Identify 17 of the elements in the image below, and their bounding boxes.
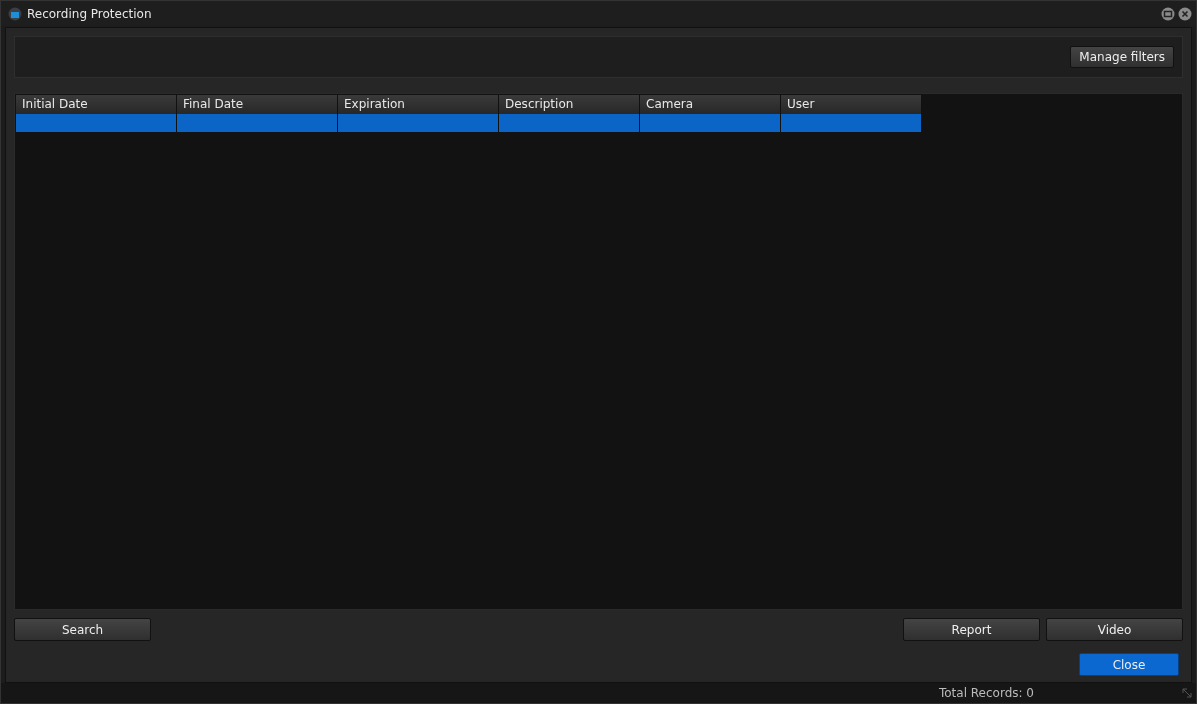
action-button[interactable]: Video xyxy=(1046,618,1183,641)
manage-filters-button[interactable]: Manage filters xyxy=(1070,46,1174,68)
column-header[interactable]: User xyxy=(781,95,922,114)
close-icon[interactable] xyxy=(1178,6,1192,21)
column-header[interactable]: Expiration xyxy=(338,95,499,114)
app-icon xyxy=(8,6,22,21)
minimize-icon[interactable] xyxy=(1161,6,1175,21)
action-button[interactable]: Report xyxy=(903,618,1040,641)
search-button[interactable]: Search xyxy=(14,618,151,641)
resize-grip-icon[interactable] xyxy=(1182,688,1192,698)
column-header[interactable]: Camera xyxy=(640,95,781,114)
column-header[interactable]: Initial Date xyxy=(16,95,177,114)
close-button[interactable]: Close xyxy=(1079,653,1179,676)
window-title: Recording Protection xyxy=(27,6,152,21)
total-records-text: Total Records: 0 xyxy=(938,686,1034,700)
column-header[interactable]: Description xyxy=(499,95,640,114)
column-header[interactable]: Final Date xyxy=(177,95,338,114)
